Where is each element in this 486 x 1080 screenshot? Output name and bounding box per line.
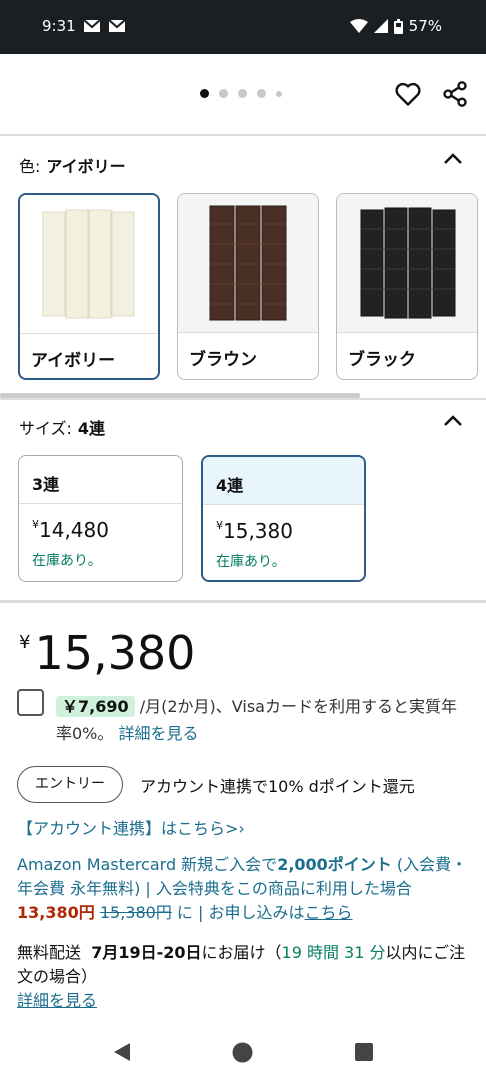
chevron-up-icon[interactable]	[443, 414, 463, 428]
status-bar: 9:31 57%	[0, 0, 486, 54]
color-option-brown[interactable]: ブラウン	[177, 193, 319, 380]
price-value: 15,380	[223, 519, 293, 543]
color-option-label: ブラウン	[189, 350, 257, 370]
size-option-label: 3連	[19, 456, 182, 504]
delivery-countdown: 19 時間 31 分	[281, 943, 386, 962]
color-option-black[interactable]: ブラック	[336, 193, 478, 380]
stock-status: 在庫あり。	[216, 554, 286, 570]
signal-icon	[373, 19, 388, 33]
carousel-dot[interactable]	[276, 90, 282, 97]
installment-details-link[interactable]: 詳細を見る	[118, 724, 198, 743]
price-value: 14,480	[39, 518, 109, 542]
image-carousel-header	[0, 54, 486, 136]
color-section-label: 色: アイボリー	[19, 153, 126, 177]
mastercard-points: 2,000ポイント	[277, 855, 392, 874]
carousel-dot[interactable]	[200, 89, 209, 98]
color-selected-value: アイボリー	[46, 157, 126, 176]
account-link[interactable]: 【アカウント連携】はこちら>›	[17, 815, 245, 839]
stock-status: 在庫あり。	[32, 553, 102, 569]
carousel-dots[interactable]	[200, 89, 282, 98]
mastercard-apply-link[interactable]: こちら	[305, 903, 353, 922]
product-image	[20, 195, 158, 334]
mastercard-new-price: 13,380円	[17, 903, 95, 922]
product-image	[337, 194, 477, 333]
size-option-price: ¥14,480	[32, 518, 109, 542]
installment-checkbox[interactable]	[17, 689, 44, 716]
delivery-mid: にお届け（	[201, 943, 282, 962]
back-icon[interactable]	[112, 1042, 132, 1062]
mastercard-prefix: Amazon Mastercard 新規ご入会で	[17, 855, 278, 874]
installment-badge: ￥7,690	[56, 696, 135, 717]
mastercard-old-price: 15,380円	[99, 903, 172, 922]
size-selected-value: 4連	[77, 419, 106, 438]
color-label: 色:	[19, 157, 41, 176]
size-option-3[interactable]: 3連 ¥14,480 在庫あり。	[18, 455, 183, 582]
entry-button[interactable]: エントリー	[17, 766, 123, 803]
carousel-dot[interactable]	[238, 89, 247, 98]
carousel-dot[interactable]	[219, 89, 228, 98]
carousel-dot[interactable]	[257, 89, 266, 98]
android-nav-bar	[0, 1030, 486, 1080]
currency-symbol: ¥	[216, 519, 223, 532]
size-option-4[interactable]: 4連 ¥15,380 在庫あり。	[201, 455, 366, 582]
status-time: 9:31	[42, 17, 76, 35]
color-option-label: アイボリー	[31, 351, 116, 371]
delivery-info: 無料配送 7月19日-20日にお届け（19 時間 31 分以内にご注文の場合） …	[17, 941, 477, 1013]
dpoint-promo-text: アカウント連携で10% dポイント還元	[140, 777, 415, 796]
mastercard-promo[interactable]: Amazon Mastercard 新規ご入会で2,000ポイント (入会費・年…	[17, 853, 472, 925]
delivery-dates: 7月19日-20日	[91, 943, 202, 962]
color-option-label: ブラック	[348, 350, 416, 370]
visa-installment-text: ￥7,690 /月(2か月)、Visaカードを利用すると実質年率0%。 詳細を見…	[56, 693, 471, 747]
battery-icon	[393, 18, 403, 34]
heart-icon[interactable]	[394, 80, 422, 108]
size-option-label: 4連	[203, 457, 364, 505]
mail-icon	[84, 20, 100, 32]
delivery-details-link[interactable]: 詳細を見る	[17, 991, 97, 1010]
share-icon[interactable]	[441, 80, 469, 108]
currency-symbol: ¥	[19, 632, 31, 653]
price-value: 15,380	[34, 626, 196, 680]
mastercard-suffix: に | お申し込みは	[171, 903, 305, 922]
color-option-ivory[interactable]: アイボリー	[18, 193, 160, 380]
section-divider	[0, 398, 486, 400]
size-label: サイズ:	[19, 419, 72, 438]
battery-level: 57%	[408, 17, 442, 35]
section-divider	[0, 600, 486, 603]
product-image	[178, 194, 318, 333]
size-option-price: ¥15,380	[216, 519, 293, 543]
product-price: ¥15,380	[19, 626, 195, 680]
mail-icon	[109, 20, 125, 32]
size-section-label: サイズ: 4連	[19, 415, 105, 439]
chevron-up-icon[interactable]	[443, 152, 463, 166]
currency-symbol: ¥	[32, 518, 39, 531]
recents-icon[interactable]	[355, 1043, 373, 1061]
wifi-icon	[349, 19, 368, 33]
delivery-prefix: 無料配送	[17, 943, 82, 962]
home-icon[interactable]	[232, 1042, 253, 1063]
